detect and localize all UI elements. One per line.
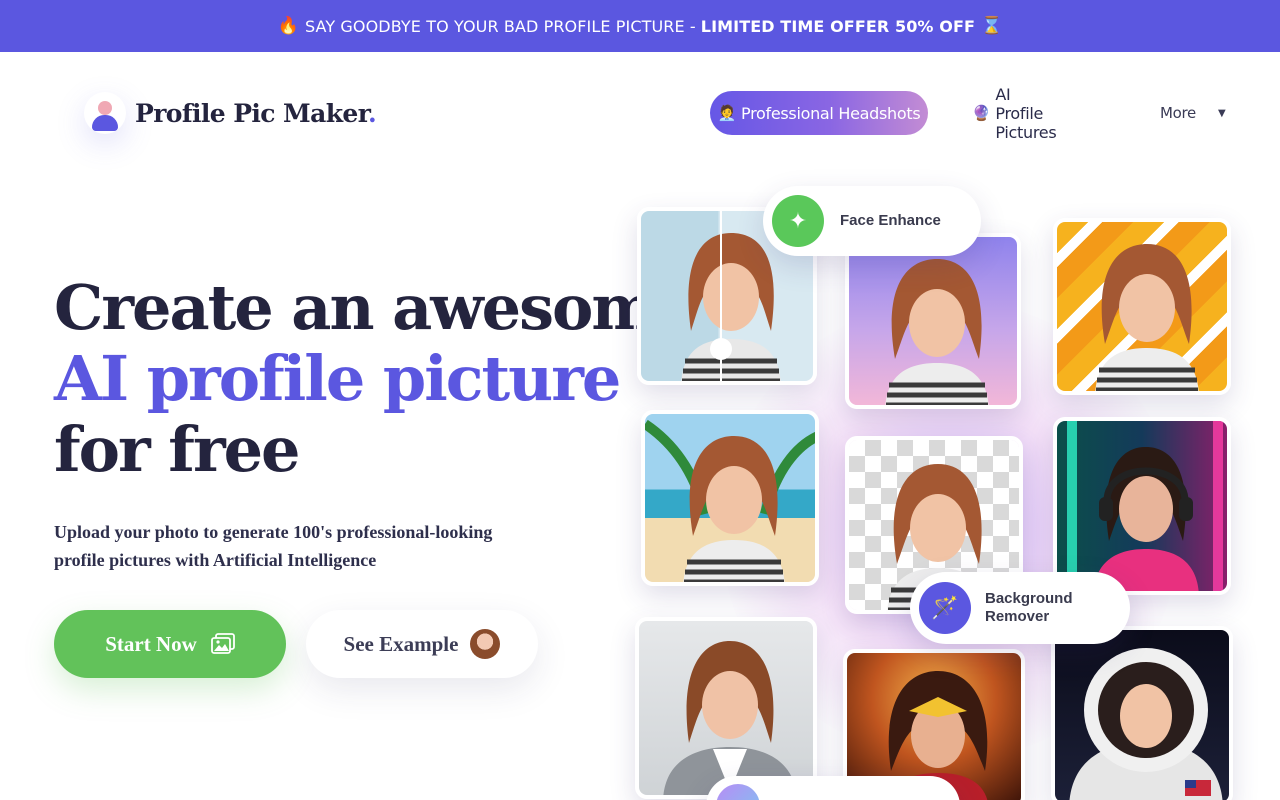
photo-tile-astronaut [1051,626,1233,800]
logo-avatar-icon [84,92,126,134]
background-remover-line1: Background [985,590,1073,607]
start-now-label: Start Now [105,631,197,656]
photo-tile-purple [845,233,1021,409]
face-enhance-label: Face Enhance [840,212,941,229]
photo-tile-beach [641,410,819,586]
nav-headshots-label: Professional Headshots [741,103,921,123]
see-example-label: See Example [343,631,459,656]
photo-tile-neon [1053,417,1231,595]
nav-ai-label: AI Profile Pictures [995,84,1057,142]
site-logo[interactable]: Profile Pic Maker. [84,92,377,134]
hourglass-icon: ⌛ [981,16,1003,36]
hero-subtitle-line1: Upload your photo to generate 100's prof… [54,522,493,542]
hero-title-line2: AI profile picture [54,342,621,415]
fire-icon: 🔥 [277,16,299,36]
background-remover-label: Background Remover [985,590,1073,626]
photo-tile-yellow [1053,218,1231,395]
face-enhance-badge: ✦ Face Enhance [763,186,981,256]
nav-more-dropdown[interactable]: More ▼ [1160,91,1226,135]
nav-ai-profile-pictures[interactable]: 🔮 AI Profile Pictures [972,85,1057,142]
bottom-badge [706,776,960,800]
headshot-icon: 🧑‍💼 [717,104,737,122]
background-remover-badge: 🪄 Background Remover [910,572,1130,644]
photo-tile-business [635,617,817,799]
hero-title-line1: Create an awesome [54,271,694,344]
hero-subtitle-line2: profile pictures with Artificial Intelli… [54,550,377,570]
crystal-ball-icon: 🔮 [972,104,991,122]
logo-text: Profile Pic Maker. [135,98,377,128]
example-avatar [470,629,501,659]
nav-more-label: More [1160,104,1196,122]
hero-subtitle: Upload your photo to generate 100's prof… [54,518,524,574]
see-example-button[interactable]: See Example [306,610,538,678]
start-now-button[interactable]: Start Now [54,610,286,678]
sparkle-icon: ✦ [772,195,824,247]
promo-text: SAY GOODBYE TO YOUR BAD PROFILE PICTURE … [305,16,696,36]
caret-down-icon: ▼ [1218,107,1226,119]
hero-title: Create an awesome AI profile picture for… [54,271,694,486]
hero-title-line3: for free [54,413,301,486]
promo-offer: LIMITED TIME OFFER 50% OFF [700,16,975,36]
image-icon [210,633,235,655]
badge-icon [716,784,760,800]
nav-professional-headshots[interactable]: 🧑‍💼 Professional Headshots [710,91,928,135]
magic-wand-icon: 🪄 [919,582,971,634]
promo-banner[interactable]: 🔥 SAY GOODBYE TO YOUR BAD PROFILE PICTUR… [0,0,1280,52]
background-remover-line2: Remover [985,608,1050,625]
